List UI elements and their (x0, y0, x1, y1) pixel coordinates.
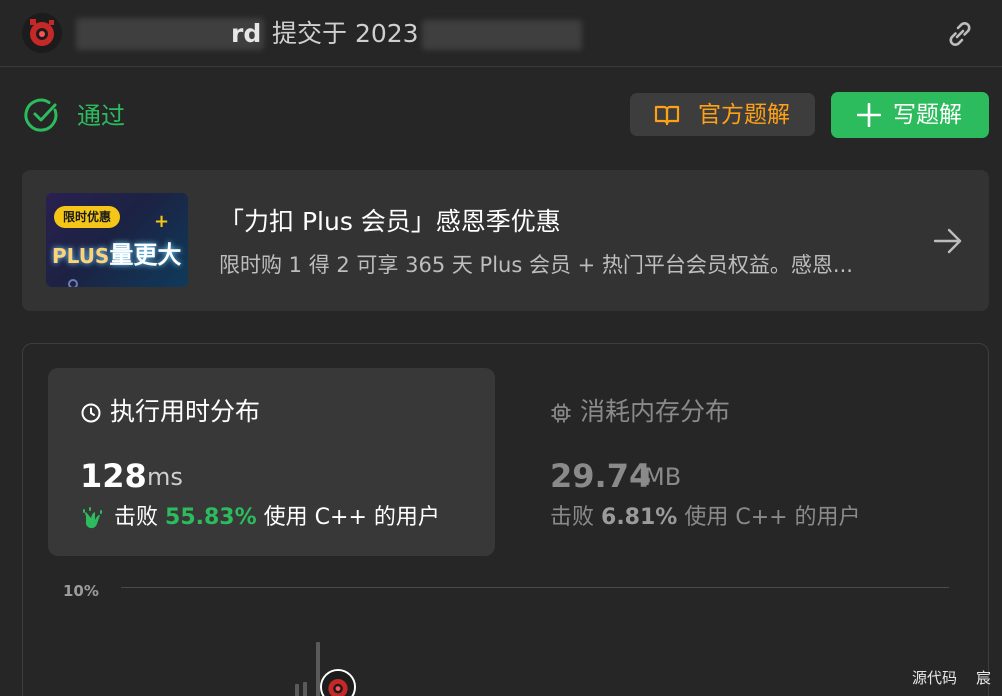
memory-value: 29.74 (550, 457, 652, 495)
source-code-label[interactable]: 源代码 (912, 668, 957, 688)
memory-beats-label: 击败 (550, 505, 595, 530)
runtime-users-text: 使用 C++ 的用户 (263, 505, 440, 530)
memory-beats-line: 击败 6.81% 使用 C++ 的用户 (550, 503, 861, 533)
write-solution-button[interactable]: 写题解 (831, 92, 989, 138)
promo-title: 「力扣 Plus 会员」感恩季优惠 (219, 207, 561, 236)
plus-icon (857, 103, 881, 127)
runtime-beats-percent: 55.83% (165, 505, 257, 530)
runtime-card[interactable]: 执行用时分布 128 ms 击败 55.83% 使用 C++ 的用户 (48, 368, 495, 556)
runtime-beats-label: 击败 (114, 505, 159, 530)
chart-bar[interactable] (295, 684, 299, 696)
official-solution-button[interactable]: 官方题解 (630, 93, 815, 136)
submission-header: rd 提交于 2023 (0, 0, 1002, 67)
official-solution-label: 官方题解 (698, 102, 790, 128)
user-avatar[interactable] (22, 13, 62, 53)
book-icon (654, 105, 680, 126)
promo-slogan: PLUS量更大 (52, 235, 181, 270)
submission-detail-page: rd 提交于 2023 通过 官方题解 写题解 限时优惠 + PLUS量更大 「… (0, 0, 1002, 696)
sparkle-icon: + (154, 211, 170, 232)
user-avatar-marker (322, 671, 354, 696)
chip-icon (551, 403, 571, 423)
promo-subtitle: 限时购 1 得 2 可享 365 天 Plus 会员 + 热门平台会员权益。感恩… (219, 253, 853, 277)
memory-unit: MB (644, 463, 682, 491)
submitted-time-label: 提交于 2023 (272, 19, 419, 48)
avatar-image (22, 13, 62, 53)
clock-icon (81, 403, 101, 423)
username-suffix[interactable]: rd (231, 18, 261, 50)
chart-user-marker (320, 669, 356, 696)
memory-title: 消耗内存分布 (580, 397, 731, 426)
check-circle-icon (24, 98, 58, 132)
promo-slogan-plus: PLUS (52, 244, 110, 268)
chart-tick-label: 10% (63, 582, 99, 600)
runtime-value: 128 (80, 457, 147, 495)
performance-panel: 执行用时分布 128 ms 击败 55.83% 使用 C++ 的用户 消耗内存分… (22, 343, 989, 696)
memory-card[interactable]: 消耗内存分布 29.74 MB 击败 6.81% 使用 C++ 的用户 (528, 368, 968, 556)
status-accepted-label: 通过 (77, 102, 125, 130)
arrow-right-icon[interactable] (932, 226, 964, 256)
promo-image: 限时优惠 + PLUS量更大 (46, 193, 188, 287)
submitted-date-redacted (422, 20, 582, 50)
promo-slogan-text: 量更大 (109, 241, 182, 269)
footer-char-label: 宸 (976, 669, 992, 687)
link-icon[interactable] (944, 18, 976, 50)
promo-badge: 限时优惠 (54, 206, 120, 228)
promo-decoration-dot (68, 279, 78, 287)
memory-users-text: 使用 C++ 的用户 (684, 505, 861, 530)
memory-beats-percent: 6.81% (601, 505, 678, 530)
clapping-hands-icon (83, 507, 102, 529)
chart-bar[interactable] (303, 682, 307, 696)
promo-banner[interactable]: 限时优惠 + PLUS量更大 「力扣 Plus 会员」感恩季优惠 限时购 1 得… (22, 170, 989, 311)
write-solution-label: 写题解 (893, 102, 962, 128)
runtime-unit: ms (147, 463, 183, 491)
runtime-title: 执行用时分布 (110, 397, 261, 426)
chart-gridline (121, 587, 949, 588)
runtime-beats-line: 击败 55.83% 使用 C++ 的用户 (114, 503, 440, 533)
